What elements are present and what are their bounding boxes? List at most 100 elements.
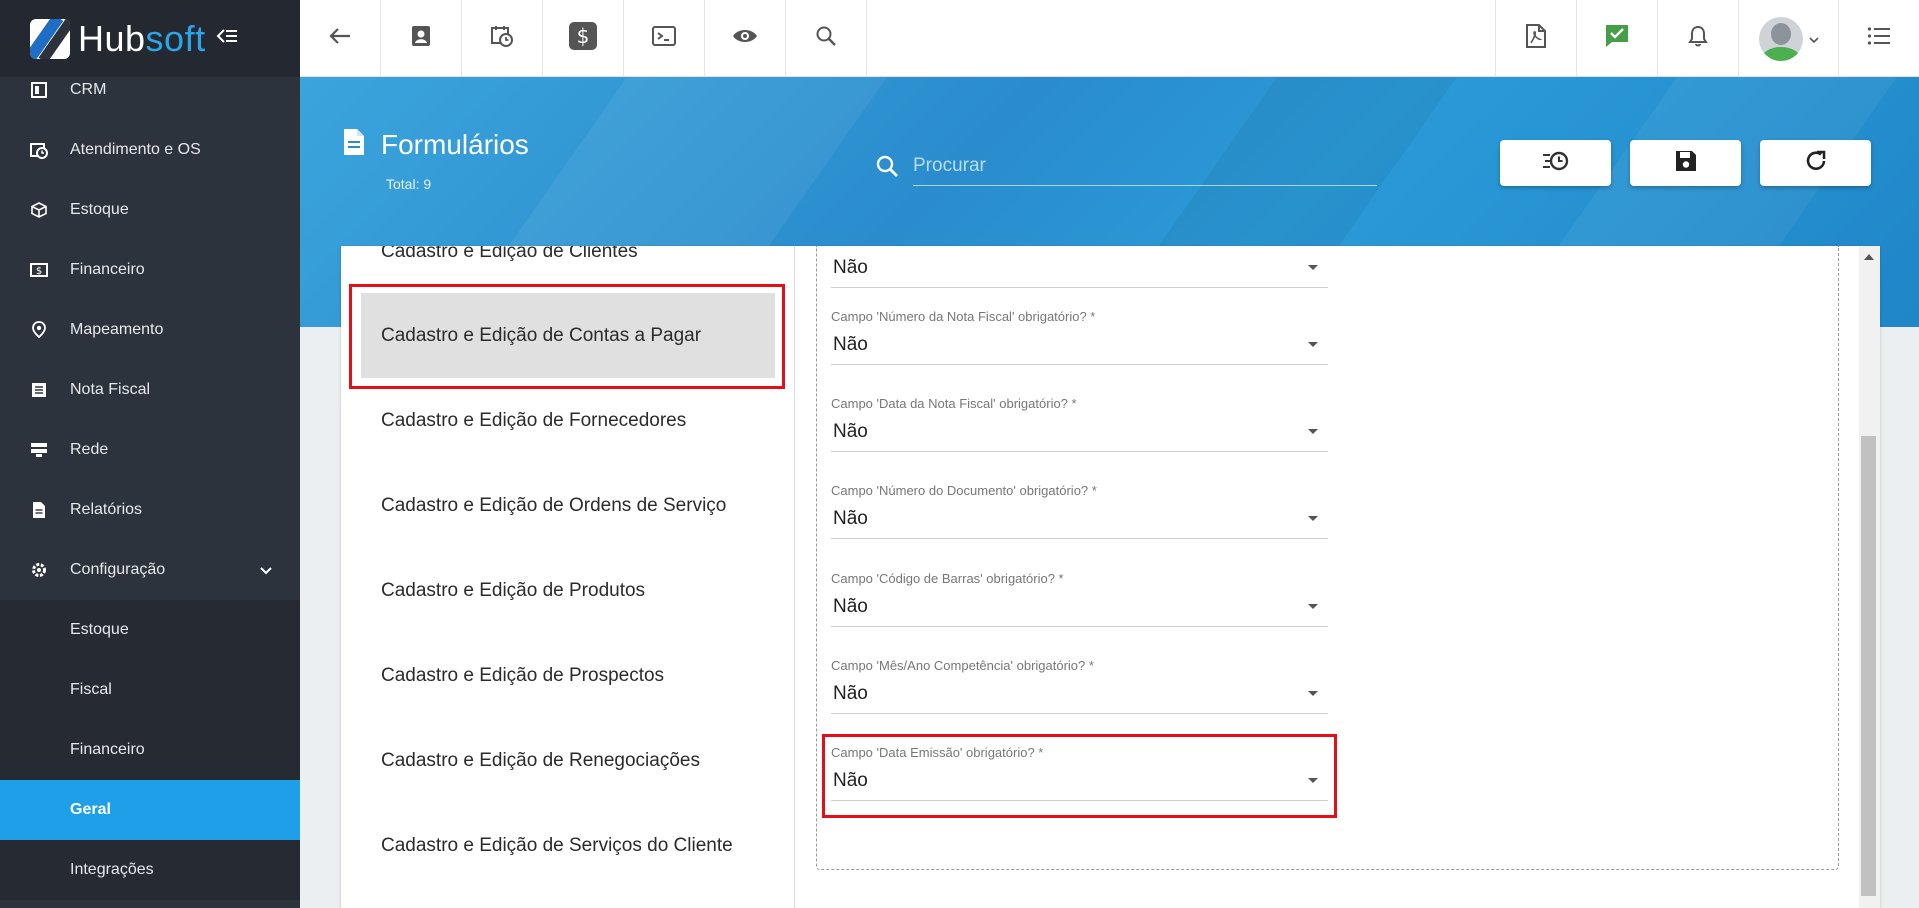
total-count: Total: 9 bbox=[386, 176, 432, 192]
contact-card-icon bbox=[410, 25, 432, 52]
notifications-button[interactable] bbox=[1657, 0, 1738, 77]
sidebar-item-financeiro[interactable]: $ Financeiro bbox=[0, 240, 300, 300]
search-input[interactable] bbox=[913, 146, 1377, 186]
list-item-label: Cadastro e Edição de Ordens de Serviço bbox=[381, 494, 727, 516]
sidebar-item-label: Mapeamento bbox=[70, 321, 164, 338]
sidebar-item-nota-fiscal[interactable]: Nota Fiscal bbox=[0, 360, 300, 420]
sidebar-item-relatorios[interactable]: Relatórios bbox=[0, 480, 300, 540]
collapse-menu-icon[interactable] bbox=[216, 27, 238, 50]
list-item-label: Cadastro e Edição de Produtos bbox=[381, 579, 646, 601]
sidebar-subitem-geral[interactable]: Geral bbox=[0, 780, 300, 840]
list-item[interactable]: Cadastro e Edição de Produtos bbox=[341, 548, 795, 633]
sidebar-item-label: Financeiro bbox=[70, 261, 145, 278]
search-icon bbox=[875, 154, 899, 183]
top-toolbar: $ bbox=[300, 0, 1919, 77]
field-highlight bbox=[822, 734, 1337, 818]
money-icon: $ bbox=[30, 261, 48, 279]
terminal-icon bbox=[652, 26, 676, 51]
svg-text:$: $ bbox=[577, 24, 590, 48]
field-label: Campo 'Número do Documento' obrigatório?… bbox=[831, 483, 1097, 498]
schedule-button[interactable] bbox=[462, 0, 543, 77]
list-item[interactable]: Cadastro e Edição de Renegociações bbox=[341, 718, 795, 803]
top-toolbar-right bbox=[1495, 0, 1919, 77]
tasks-button[interactable] bbox=[1576, 0, 1657, 77]
map-pin-icon bbox=[30, 321, 48, 339]
finance-button[interactable]: $ bbox=[543, 0, 624, 77]
field-select[interactable]: Campo 'Número do Documento' obrigatório?… bbox=[831, 483, 1328, 539]
list-item-label: Cadastro e Edição de Prospectos bbox=[381, 664, 665, 686]
field-select[interactable]: Campo 'Data da Nota Fiscal' obrigatório?… bbox=[831, 396, 1328, 452]
sidebar-item-label: Rede bbox=[70, 441, 109, 458]
dropdown-caret-icon bbox=[1308, 342, 1318, 347]
field-value: Não bbox=[833, 256, 868, 278]
sidebar-item-label: Atendimento e OS bbox=[70, 141, 201, 158]
dropdown-caret-icon bbox=[1308, 691, 1318, 696]
sidebar-item-configuracao[interactable]: Configuração bbox=[0, 540, 300, 600]
sidebar-subnav: Estoque Fiscal Financeiro Geral Integraç… bbox=[0, 600, 300, 900]
server-icon bbox=[30, 441, 48, 459]
sidebar-subitem-fiscal[interactable]: Fiscal bbox=[0, 660, 300, 720]
sidebar-item-rede[interactable]: Rede bbox=[0, 420, 300, 480]
list-item-label: Cadastro e Edição de Fornecedores bbox=[381, 409, 687, 431]
search-box bbox=[875, 146, 1377, 186]
scroll-thumb[interactable] bbox=[1861, 436, 1876, 896]
brand-name-part1: Hub bbox=[78, 17, 146, 59]
sidebar-item-atendimento[interactable]: Atendimento e OS bbox=[0, 120, 300, 180]
field-value: Não bbox=[833, 507, 868, 529]
sidebar-item-estoque[interactable]: Estoque bbox=[0, 180, 300, 240]
sidebar-subitem-estoque[interactable]: Estoque bbox=[0, 600, 300, 660]
user-menu-button[interactable] bbox=[1738, 0, 1838, 77]
dropdown-caret-icon bbox=[1308, 265, 1318, 270]
arrow-left-icon bbox=[329, 27, 351, 50]
field-select[interactable]: Campo 'Mês/Ano Competência' obrigatório?… bbox=[831, 658, 1328, 714]
calendar-clock-icon bbox=[490, 24, 514, 53]
content-card: Cadastro e Edição de Clientes Cadastro e… bbox=[341, 246, 1880, 908]
refresh-button[interactable] bbox=[1760, 140, 1871, 186]
field-select[interactable]: Não bbox=[831, 246, 1328, 288]
menu-list-button[interactable] bbox=[1838, 0, 1919, 77]
field-select[interactable]: Campo 'Código de Barras' obrigatório? * … bbox=[831, 571, 1328, 627]
history-button[interactable] bbox=[1500, 140, 1611, 186]
dropdown-caret-icon bbox=[1308, 429, 1318, 434]
chevron-down-icon bbox=[1808, 30, 1819, 48]
sidebar-item-label: Fiscal bbox=[70, 681, 112, 698]
field-select[interactable]: Campo 'Número da Nota Fiscal' obrigatóri… bbox=[831, 309, 1328, 365]
list-item[interactable]: Cadastro e Edição de Fornecedores bbox=[341, 378, 795, 463]
scroll-up-arrow-icon[interactable] bbox=[1864, 254, 1874, 260]
terminal-button[interactable] bbox=[624, 0, 705, 77]
pdf-button[interactable] bbox=[1495, 0, 1576, 77]
sidebar-item-crm[interactable]: CRM bbox=[0, 60, 300, 120]
dollar-icon: $ bbox=[568, 21, 598, 56]
field-label: Campo 'Mês/Ano Competência' obrigatório?… bbox=[831, 658, 1094, 673]
hubsoft-logo-icon bbox=[30, 18, 70, 59]
list-icon bbox=[1867, 26, 1891, 51]
sidebar-item-label: Geral bbox=[70, 801, 111, 818]
save-icon bbox=[1675, 150, 1697, 177]
sidebar-item-label: Financeiro bbox=[70, 741, 145, 758]
dropdown-caret-icon bbox=[1308, 516, 1318, 521]
sidebar-item-label: Nota Fiscal bbox=[70, 381, 151, 398]
dropdown-caret-icon bbox=[1308, 604, 1318, 609]
back-button[interactable] bbox=[300, 0, 381, 77]
document-icon bbox=[343, 128, 365, 161]
search-button[interactable] bbox=[786, 0, 867, 77]
brand-name: Hubsoft bbox=[78, 18, 206, 60]
sidebar-subitem-financeiro[interactable]: Financeiro bbox=[0, 720, 300, 780]
list-item[interactable]: Cadastro e Edição de Serviços do Cliente bbox=[341, 803, 795, 888]
field-value: Não bbox=[833, 333, 868, 355]
list-item[interactable]: Cadastro e Edição de Ordens de Serviço bbox=[341, 463, 795, 548]
bell-icon bbox=[1688, 25, 1708, 52]
sidebar-item-mapeamento[interactable]: Mapeamento bbox=[0, 300, 300, 360]
field-label: Campo 'Número da Nota Fiscal' obrigatóri… bbox=[831, 309, 1096, 324]
calendar-clock-icon bbox=[30, 141, 48, 159]
save-button[interactable] bbox=[1630, 140, 1741, 186]
contact-button[interactable] bbox=[381, 0, 462, 77]
scrollbar[interactable] bbox=[1859, 246, 1880, 908]
sidebar-item-label: Configuração bbox=[70, 561, 166, 578]
list-item-label: Cadastro e Edição de Clientes bbox=[381, 246, 638, 262]
invoice-icon bbox=[30, 381, 48, 399]
list-item[interactable]: Cadastro e Edição de Prospectos bbox=[341, 633, 795, 718]
view-button[interactable] bbox=[705, 0, 786, 77]
field-value: Não bbox=[833, 595, 868, 617]
sidebar-subitem-integracoes[interactable]: Integrações bbox=[0, 840, 300, 900]
